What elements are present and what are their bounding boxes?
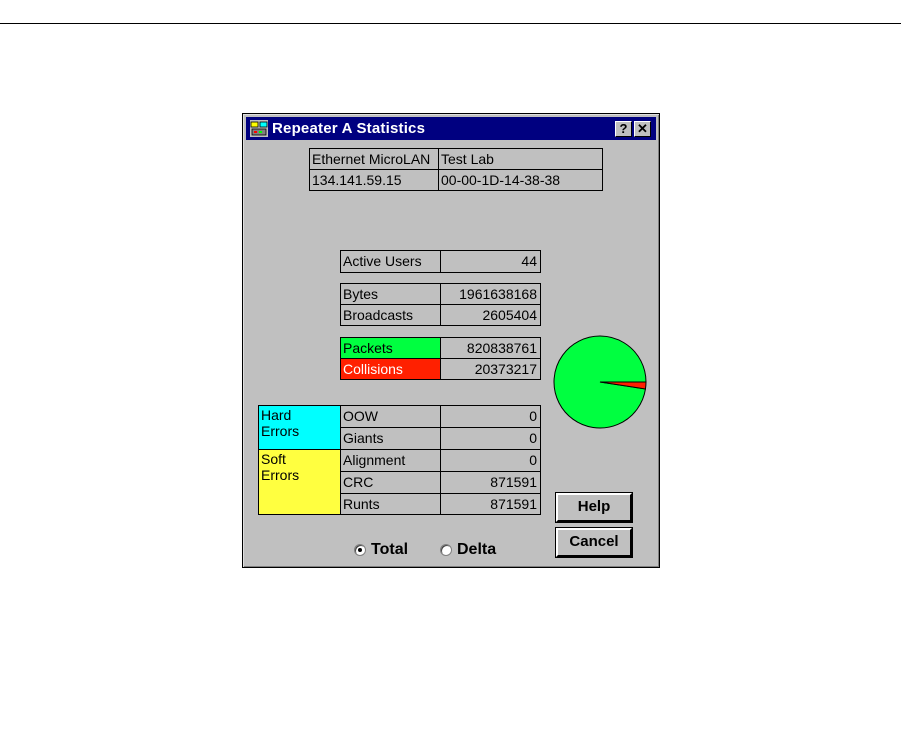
packets-value: 820838761 xyxy=(440,337,541,359)
ip-address-cell: 134.141.59.15 xyxy=(309,169,439,191)
context-help-button[interactable]: ? xyxy=(615,121,632,137)
crc-label: CRC xyxy=(340,471,441,494)
close-button[interactable]: ✕ xyxy=(634,121,651,137)
oow-label: OOW xyxy=(340,405,441,428)
total-radio-indicator[interactable] xyxy=(354,544,366,556)
giants-label: Giants xyxy=(340,427,441,450)
device-type-cell: Ethernet MicroLAN xyxy=(309,148,439,170)
radio-selected-dot xyxy=(358,548,362,552)
collisions-value: 20373217 xyxy=(440,358,541,380)
cancel-button[interactable]: Cancel xyxy=(556,528,632,557)
alignment-label: Alignment xyxy=(340,449,441,472)
total-radio-label[interactable]: Total xyxy=(371,541,408,559)
packets-collisions-pie-chart xyxy=(553,335,647,429)
runts-value: 871591 xyxy=(440,493,541,515)
title-bar[interactable]: Repeater A Statistics ? ✕ xyxy=(246,117,656,140)
broadcasts-value: 2605404 xyxy=(440,304,541,326)
help-button[interactable]: Help xyxy=(556,493,632,522)
collisions-label: Collisions xyxy=(340,358,441,380)
bytes-value: 1961638168 xyxy=(440,283,541,305)
delta-radio-label[interactable]: Delta xyxy=(457,541,496,559)
crc-value: 871591 xyxy=(440,471,541,494)
hard-errors-label: Hard Errors xyxy=(258,405,341,450)
bytes-label: Bytes xyxy=(340,283,441,305)
packets-label: Packets xyxy=(340,337,441,359)
active-users-value: 44 xyxy=(440,250,541,273)
delta-radio-indicator[interactable] xyxy=(440,544,452,556)
broadcasts-label: Broadcasts xyxy=(340,304,441,326)
repeater-app-icon xyxy=(250,120,268,137)
giants-value: 0 xyxy=(440,427,541,450)
soft-errors-label: Soft Errors xyxy=(258,449,341,515)
mac-address-cell: 00-00-1D-14-38-38 xyxy=(438,169,603,191)
active-users-label: Active Users xyxy=(340,250,441,273)
window-title: Repeater A Statistics xyxy=(272,120,426,137)
device-location-cell: Test Lab xyxy=(438,148,603,170)
oow-value: 0 xyxy=(440,405,541,428)
alignment-value: 0 xyxy=(440,449,541,472)
page-rule xyxy=(0,23,901,24)
runts-label: Runts xyxy=(340,493,441,515)
